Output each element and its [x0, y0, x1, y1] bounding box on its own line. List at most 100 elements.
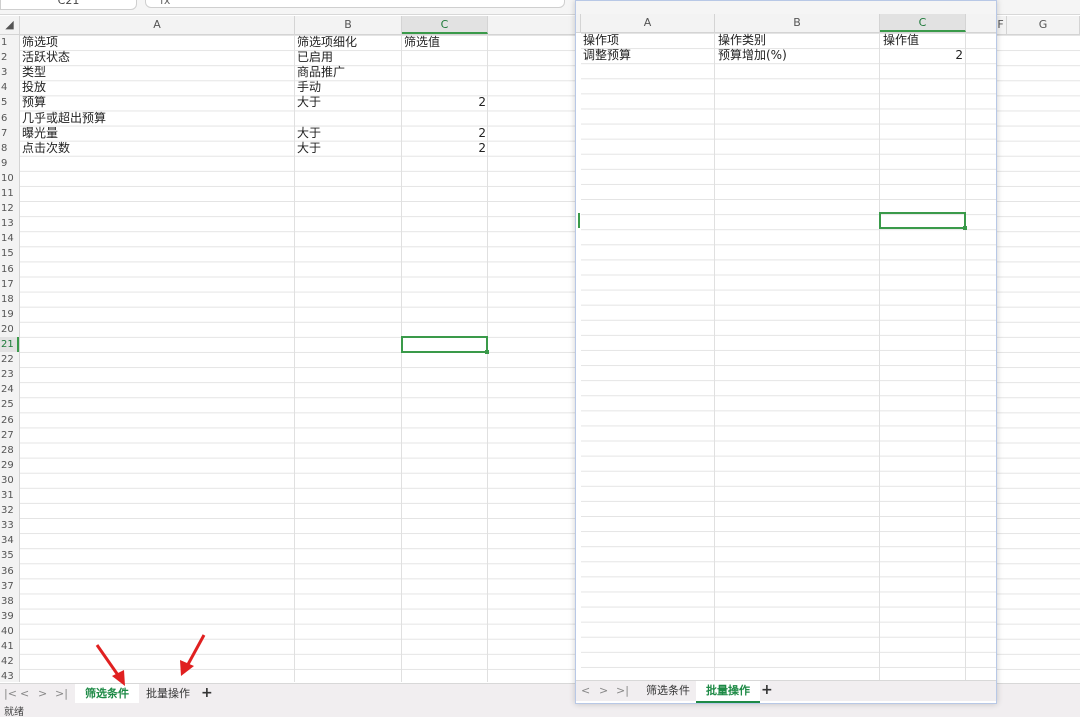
row-number[interactable]: 2: [0, 50, 19, 65]
right-cell-a2[interactable]: 调整预算: [583, 48, 713, 63]
cell-a6[interactable]: 几乎或超出预算: [22, 111, 292, 126]
row-number[interactable]: 25: [0, 397, 19, 412]
right-tab-filter-conditions[interactable]: 筛选条件: [636, 681, 700, 701]
row-number[interactable]: 19: [0, 307, 19, 322]
right-active-cell[interactable]: [879, 212, 967, 230]
active-cell-c21[interactable]: [401, 336, 489, 354]
cell-a1[interactable]: 筛选项: [22, 35, 292, 50]
right-add-sheet-button[interactable]: +: [761, 682, 773, 698]
annotation-arrow-right-icon: [180, 634, 206, 676]
row-number[interactable]: 20: [0, 322, 19, 337]
right-column-header-b[interactable]: B: [715, 14, 880, 32]
row-number[interactable]: 10: [0, 171, 19, 186]
right-next-sheet-button[interactable]: >: [599, 684, 608, 697]
fx-icon: fx: [160, 0, 171, 7]
row-number[interactable]: 21: [0, 337, 19, 353]
row-number[interactable]: 31: [0, 488, 19, 503]
row-number[interactable]: 3: [0, 65, 19, 80]
row-number[interactable]: 15: [0, 246, 19, 261]
cell-b8[interactable]: 大于: [297, 141, 400, 156]
first-sheet-button[interactable]: |<: [4, 687, 17, 700]
cell-c5[interactable]: 2: [404, 95, 486, 110]
right-sheet-tabbar: < > >| 筛选条件 批量操作 +: [576, 680, 996, 703]
cell-b3[interactable]: 商品推广: [297, 65, 400, 80]
row-number[interactable]: 38: [0, 594, 19, 609]
row-number[interactable]: 12: [0, 201, 19, 216]
row-number[interactable]: 32: [0, 503, 19, 518]
row-number[interactable]: 35: [0, 548, 19, 563]
column-header-g[interactable]: G: [1007, 16, 1080, 34]
cell-b2[interactable]: 已启用: [297, 50, 400, 65]
right-column-header-a[interactable]: A: [581, 14, 715, 32]
cell-a4[interactable]: 投放: [22, 80, 292, 95]
right-last-sheet-button[interactable]: >|: [616, 684, 629, 697]
row-number[interactable]: 6: [0, 111, 19, 126]
row-number[interactable]: 37: [0, 579, 19, 594]
row-number[interactable]: 30: [0, 473, 19, 488]
row-number[interactable]: 22: [0, 352, 19, 367]
annotation-arrow-left-icon: [95, 644, 125, 686]
status-text: 就绪: [4, 707, 24, 718]
cell-c8[interactable]: 2: [404, 141, 486, 156]
right-prev-sheet-button[interactable]: <: [581, 684, 590, 697]
prev-sheet-button[interactable]: <: [20, 687, 29, 700]
row-number[interactable]: 39: [0, 609, 19, 624]
row-number[interactable]: 23: [0, 367, 19, 382]
cell-b1[interactable]: 筛选项细化: [297, 35, 400, 50]
right-cell-b1[interactable]: 操作类别: [718, 33, 878, 48]
right-column-header-row: A B C: [576, 14, 996, 33]
column-header-c[interactable]: C: [402, 16, 488, 34]
select-all-corner[interactable]: ◢: [0, 16, 20, 34]
row-number[interactable]: 7: [0, 126, 19, 141]
cell-a2[interactable]: 活跃状态: [22, 50, 292, 65]
right-cell-c2[interactable]: 2: [883, 48, 963, 63]
right-sheet-grid[interactable]: [581, 33, 996, 680]
formula-input[interactable]: fx: [145, 0, 565, 8]
cell-a7[interactable]: 曝光量: [22, 126, 292, 141]
cell-a5[interactable]: 预算: [22, 95, 292, 110]
row-number[interactable]: 1: [0, 35, 19, 50]
row-number[interactable]: 14: [0, 231, 19, 246]
right-tab-batch-operations[interactable]: 批量操作: [696, 681, 760, 703]
right-column-header-c[interactable]: C: [880, 14, 966, 32]
row-number[interactable]: 28: [0, 443, 19, 458]
cell-b4[interactable]: 手动: [297, 80, 400, 95]
cell-b5[interactable]: 大于: [297, 95, 400, 110]
right-cell-c1[interactable]: 操作值: [883, 33, 963, 48]
tab-batch-operations[interactable]: 批量操作: [136, 684, 200, 704]
row-number[interactable]: 29: [0, 458, 19, 473]
row-number[interactable]: 26: [0, 413, 19, 428]
row-number[interactable]: 11: [0, 186, 19, 201]
row-number[interactable]: 5: [0, 95, 19, 110]
row-number[interactable]: 4: [0, 80, 19, 95]
name-box[interactable]: C21: [0, 0, 137, 10]
column-header-b[interactable]: B: [295, 16, 402, 34]
next-sheet-button[interactable]: >: [38, 687, 47, 700]
cell-c7[interactable]: 2: [404, 126, 486, 141]
right-cell-a1[interactable]: 操作项: [583, 33, 713, 48]
row-number[interactable]: 41: [0, 639, 19, 654]
row-number[interactable]: 24: [0, 382, 19, 397]
row-number[interactable]: 8: [0, 141, 19, 156]
row-number[interactable]: 27: [0, 428, 19, 443]
right-cell-b2[interactable]: 预算增加(%): [718, 48, 878, 63]
row-number[interactable]: 40: [0, 624, 19, 639]
last-sheet-button[interactable]: >|: [55, 687, 68, 700]
column-header-a[interactable]: A: [20, 16, 295, 34]
cell-a3[interactable]: 类型: [22, 65, 292, 80]
row-number[interactable]: 17: [0, 277, 19, 292]
row-number[interactable]: 34: [0, 533, 19, 548]
row-number[interactable]: 42: [0, 654, 19, 669]
row-number[interactable]: 13: [0, 216, 19, 231]
batch-operations-window: A B C 操作项 操作类别 操作值调整预算 预算增加(%) 2 < > >| 筛选条件…: [575, 0, 997, 704]
cell-a8[interactable]: 点击次数: [22, 141, 292, 156]
row-number[interactable]: 36: [0, 564, 19, 579]
add-sheet-button[interactable]: +: [201, 685, 213, 701]
row-number[interactable]: 16: [0, 262, 19, 277]
row-number[interactable]: 9: [0, 156, 19, 171]
cell-b7[interactable]: 大于: [297, 126, 400, 141]
cell-c1[interactable]: 筛选值: [404, 35, 486, 50]
row-number[interactable]: 33: [0, 518, 19, 533]
status-bar: 就绪: [0, 703, 1080, 718]
row-number[interactable]: 18: [0, 292, 19, 307]
